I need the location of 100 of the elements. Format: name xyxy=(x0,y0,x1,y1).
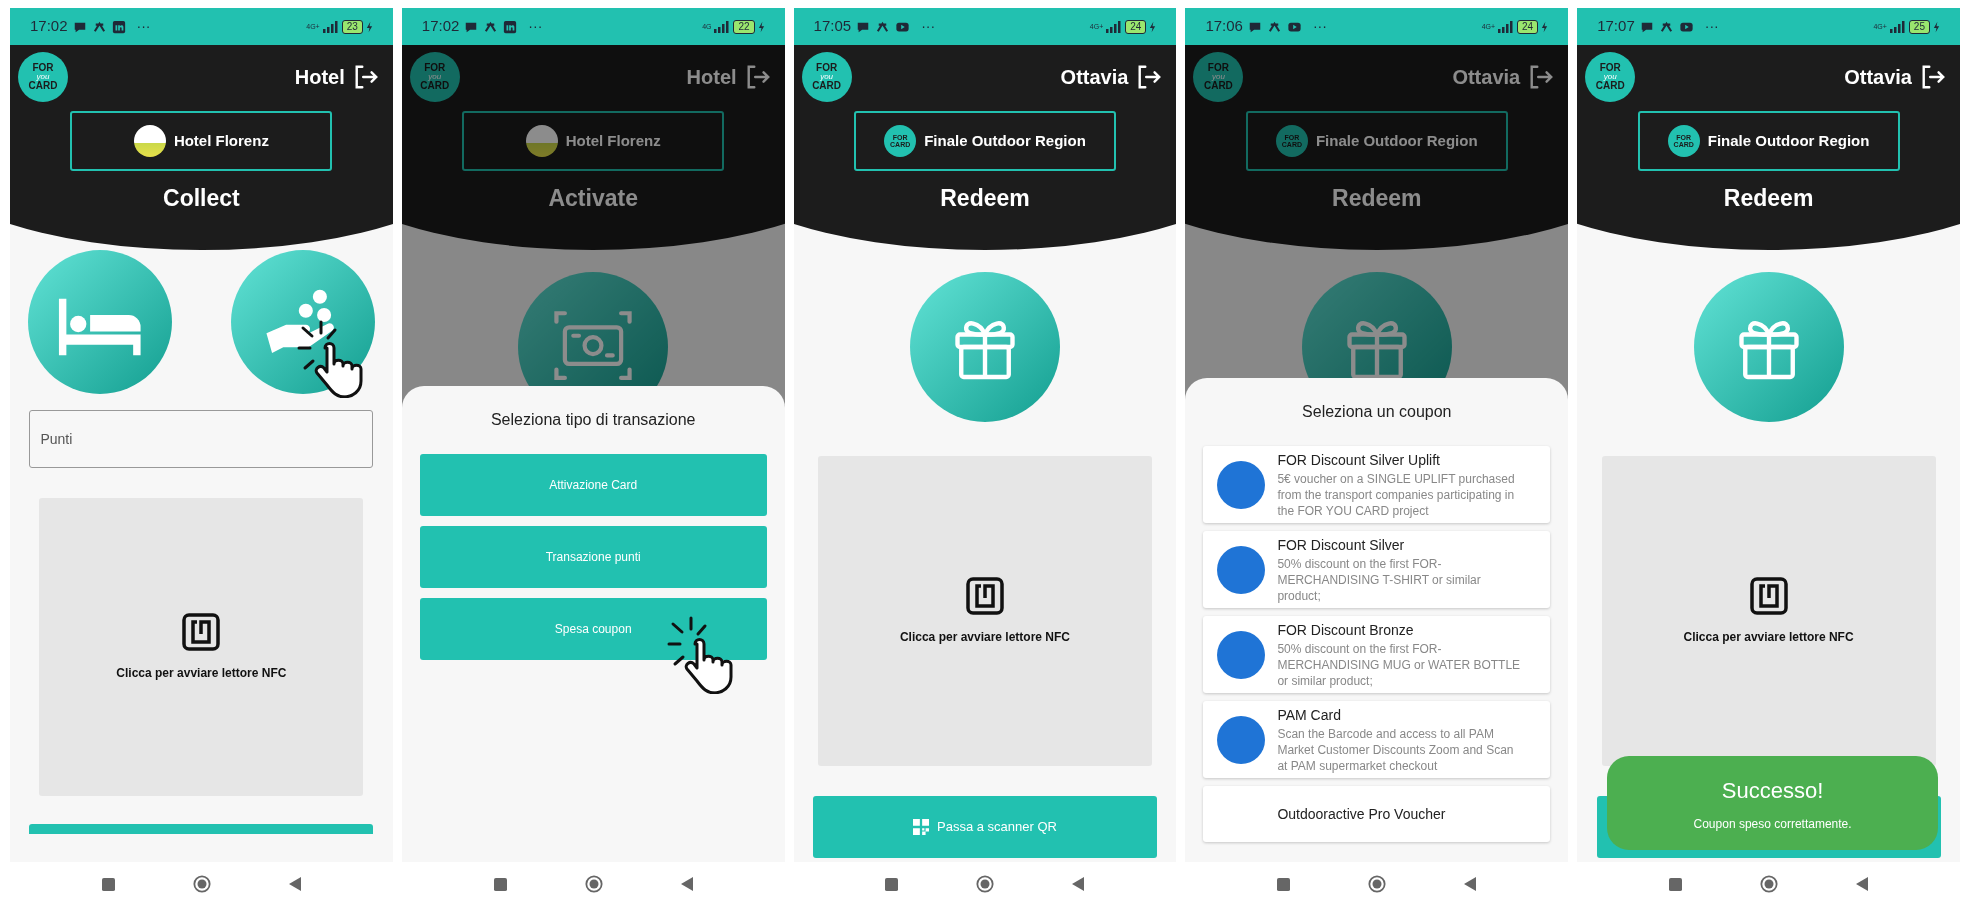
logo-text: you xyxy=(36,73,50,81)
coupon-description: 50% discount on the first FOR-MERCHANDISING MUG or WATER BOTTLE or similar product; xyxy=(1277,641,1521,689)
battery-level: 22 xyxy=(733,19,755,34)
logo-text: FOR xyxy=(1207,63,1229,73)
battery-level: 24 xyxy=(1517,19,1539,34)
coupon-title: Outdooractive Pro Voucher xyxy=(1277,804,1446,824)
nfc-reader-panel[interactable]: Clicca per avviare lettore NFC xyxy=(39,498,364,796)
battery-level: 25 xyxy=(1908,19,1930,34)
home-button[interactable] xyxy=(192,875,211,893)
coupon-item[interactable]: PAM Card Scan the Barcode and access to all PAM Market Customer Discounts Zoom and Scan at PAM supermarket checkout xyxy=(1203,701,1551,778)
logout-button[interactable] xyxy=(1136,64,1163,90)
app-icon xyxy=(503,19,518,34)
venue-selector[interactable]: Hotel Florenz xyxy=(70,111,333,171)
square-icon xyxy=(1669,877,1683,891)
back-button[interactable] xyxy=(1856,877,1869,891)
coupon-item[interactable]: FOR Discount Silver Uplift 5€ voucher on a SINGLE UPLIFT purchased from the transport companies participating in the FOR YOU CARD project xyxy=(1203,446,1551,523)
recent-apps-button[interactable] xyxy=(1669,877,1683,891)
venue-selector[interactable]: Hotel Florenz xyxy=(462,111,725,171)
coupon-item[interactable]: FOR Discount Silver 50% discount on the first FOR-MERCHANDISING T-SHIRT or similar product; xyxy=(1203,531,1551,608)
back-button[interactable] xyxy=(288,877,301,891)
more-indicator: ··· xyxy=(1704,17,1719,36)
header-title: Ottavia xyxy=(1060,65,1129,90)
logo-text: CARD xyxy=(420,81,450,91)
network-icon xyxy=(91,19,107,34)
network-icon xyxy=(1266,19,1282,34)
home-circle-icon xyxy=(1760,875,1779,893)
logo-text: CARD xyxy=(1595,81,1625,91)
recent-apps-button[interactable] xyxy=(885,877,899,891)
recent-apps-button[interactable] xyxy=(101,877,115,891)
status-time: 17:02 xyxy=(30,16,68,37)
status-time: 17:05 xyxy=(813,16,852,37)
logo-text: FOR xyxy=(424,63,446,73)
logo-text: FOR xyxy=(32,63,54,73)
logo-text: CARD xyxy=(812,81,842,91)
status-time: 17:02 xyxy=(421,16,460,37)
back-button[interactable] xyxy=(1072,877,1085,891)
square-icon xyxy=(101,877,115,891)
signal-icon xyxy=(714,20,731,33)
charging-icon xyxy=(757,20,765,33)
points-input[interactable]: Punti xyxy=(29,410,374,468)
coupon-title: FOR Discount Bronze xyxy=(1277,621,1415,640)
network-icon xyxy=(875,19,891,34)
more-indicator: ··· xyxy=(921,17,936,36)
coupon-item[interactable]: Outdooractive Pro Voucher xyxy=(1203,786,1551,842)
coupon-item[interactable]: FOR Discount Bronze 50% discount on the first FOR-MERCHANDISING MUG or WATER BOTTLE or similar product; xyxy=(1203,616,1551,693)
venue-logo-image xyxy=(133,125,166,157)
sheet-title: Seleziona un coupon xyxy=(1302,402,1452,422)
logout-button[interactable] xyxy=(1528,64,1555,90)
square-icon xyxy=(493,877,507,891)
header-title: Hotel xyxy=(294,65,345,90)
home-button[interactable] xyxy=(1760,875,1779,893)
home-button[interactable] xyxy=(976,875,995,893)
signal-icon xyxy=(322,20,339,33)
square-icon xyxy=(1277,877,1291,891)
header-title: Hotel xyxy=(686,65,737,90)
coupon-description: Scan the Barcode and access to all PAM Market Customer Discounts Zoom and Scan at PAM supermarket checkout xyxy=(1277,726,1515,774)
sheet-title: Seleziona tipo di transazione xyxy=(490,410,696,430)
home-button[interactable] xyxy=(1368,875,1387,893)
more-indicator: ··· xyxy=(1312,17,1327,36)
logout-icon xyxy=(1920,64,1946,90)
home-circle-icon xyxy=(976,875,995,893)
more-indicator: ··· xyxy=(136,17,151,36)
header-title: Ottavia xyxy=(1452,65,1521,90)
home-circle-icon xyxy=(192,875,211,893)
home-circle-icon xyxy=(1368,875,1387,893)
recent-apps-button[interactable] xyxy=(493,877,507,891)
venue-logo-image xyxy=(525,125,558,157)
app-icon xyxy=(111,19,126,34)
logout-icon xyxy=(1136,64,1163,90)
page-title: Redeem xyxy=(1332,184,1422,213)
logo-text: CARD xyxy=(1203,81,1233,91)
back-triangle-icon xyxy=(1464,877,1477,891)
header-title: Ottavia xyxy=(1844,65,1912,90)
back-button[interactable] xyxy=(1464,877,1477,891)
logout-button[interactable] xyxy=(1920,64,1946,90)
signal-icon xyxy=(1889,20,1906,33)
logo-text: you xyxy=(1603,73,1617,81)
recent-apps-button[interactable] xyxy=(1277,877,1291,891)
logo-text: you xyxy=(1211,73,1225,81)
nfc-icon xyxy=(965,576,1005,616)
nfc-icon xyxy=(1748,576,1789,616)
logout-icon xyxy=(1528,64,1555,90)
back-button[interactable] xyxy=(680,877,693,891)
coupon-description: 5€ voucher on a SINGLE UPLIFT purchased from the transport companies participating in the FOR YOU CARD project xyxy=(1277,471,1516,519)
logo-text: CARD xyxy=(28,81,58,91)
coupon-title: FOR Discount Silver xyxy=(1277,536,1406,555)
nfc-reader-panel[interactable]: Clicca per avviare lettore NFC xyxy=(1601,456,1936,766)
network-icon xyxy=(1658,19,1674,34)
charging-icon xyxy=(365,20,373,33)
home-button[interactable] xyxy=(584,875,603,893)
page-title: Redeem xyxy=(1723,184,1814,213)
back-triangle-icon xyxy=(288,877,301,891)
nfc-reader-panel[interactable]: Clicca per avviare lettore NFC xyxy=(818,456,1152,766)
page-title: Activate xyxy=(548,184,638,213)
logo-text: you xyxy=(820,73,834,81)
page-title: Collect xyxy=(163,184,240,213)
nfc-instruction: Clicca per avviare lettore NFC xyxy=(116,665,287,682)
nfc-icon xyxy=(181,612,222,652)
status-time: 17:06 xyxy=(1205,16,1243,37)
more-indicator: ··· xyxy=(528,17,543,36)
